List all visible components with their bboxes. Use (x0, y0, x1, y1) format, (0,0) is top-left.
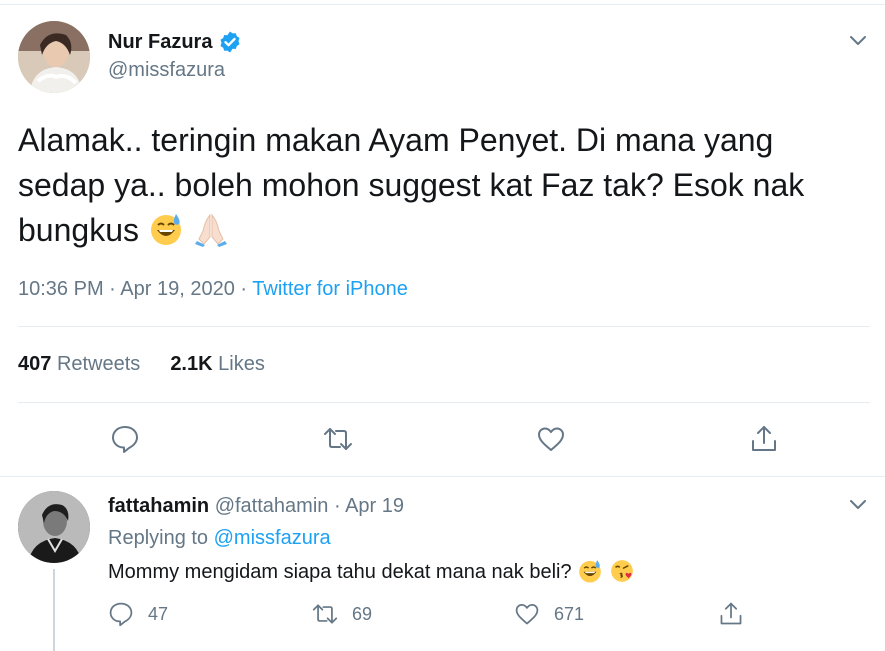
divider (18, 402, 870, 403)
author-name[interactable]: Nur Fazura (108, 31, 212, 54)
tweet-text-line: Alamak.. teringin makan Ayam Penyet. Di … (18, 122, 774, 158)
retweets-count: 407 (18, 353, 52, 375)
reply-text-content: Mommy mengidam siapa tahu dekat mana nak… (108, 561, 572, 583)
tweet-text-line-with-emoji: bungkus (18, 208, 868, 253)
retweet-icon (312, 604, 338, 624)
reply-text: Mommy mengidam siapa tahu dekat mana nak… (108, 558, 635, 584)
like-icon (515, 604, 539, 625)
tweet-date[interactable]: Apr 19, 2020 (120, 278, 235, 300)
reply-header: fattahamin @fattahamin · Apr 19 (108, 495, 404, 518)
tweet-detail-view: Nur Fazura @missfazura Alamak.. teringin… (0, 0, 885, 651)
retweet-icon[interactable] (323, 424, 353, 454)
meta-separator: · (109, 278, 116, 300)
chevron-down-icon[interactable] (846, 28, 870, 52)
replying-to-mention[interactable]: @missfazura (214, 527, 331, 549)
meta-separator: · (333, 495, 341, 517)
avatar-photo-icon (18, 21, 90, 93)
reply-date[interactable]: Apr 19 (345, 495, 404, 517)
reply-icon[interactable] (110, 424, 140, 454)
tweet-stats: 407 Retweets 2.1K Likes (18, 353, 265, 376)
meta-separator: · (240, 278, 248, 300)
kissing-heart-emoji (610, 560, 633, 582)
reply-icon (109, 602, 133, 627)
grinning-sweat-emoji (150, 214, 181, 245)
retweets-stat[interactable]: 407 Retweets (18, 353, 140, 376)
retweets-label: Retweets (56, 353, 141, 375)
reply-author-name[interactable]: fattahamin (108, 495, 209, 517)
reply-author-avatar[interactable] (18, 491, 90, 563)
tweet-text: Alamak.. teringin makan Ayam Penyet. Di … (18, 118, 868, 253)
tweet-text-line: bungkus (18, 212, 139, 248)
likes-label: Likes (218, 353, 265, 375)
avatar-photo-icon (18, 491, 90, 563)
reply-retweet-action[interactable]: 69 (312, 601, 372, 627)
reply-reply-action[interactable]: 47 (108, 601, 168, 627)
top-divider (0, 4, 885, 5)
divider (18, 326, 870, 327)
reply-like-action[interactable]: 671 (514, 601, 584, 627)
like-icon[interactable] (536, 424, 566, 454)
retweet-count: 69 (352, 603, 373, 624)
tweet-text-line: sedap ya.. boleh mohon suggest kat Faz t… (18, 167, 805, 203)
author-name-row: Nur Fazura (108, 30, 242, 54)
replying-prefix: Replying to (108, 527, 209, 549)
author-handle[interactable]: @missfazura (108, 59, 225, 82)
likes-count: 2.1K (170, 353, 213, 375)
reply-share-action[interactable] (718, 601, 744, 627)
section-divider (0, 476, 885, 477)
thread-line (53, 569, 55, 651)
tweet-meta: 10:36 PM · Apr 19, 2020 · Twitter for iP… (18, 278, 408, 301)
chevron-down-icon[interactable] (846, 492, 870, 516)
grinning-sweat-emoji (579, 560, 601, 583)
share-icon[interactable] (749, 424, 779, 454)
folded-hands-emoji (194, 213, 227, 247)
verified-badge-icon (220, 31, 240, 53)
reply-count: 47 (148, 603, 169, 624)
like-count: 671 (554, 603, 585, 624)
tweet-time[interactable]: 10:36 PM (18, 278, 104, 300)
replying-to: Replying to @missfazura (108, 527, 331, 550)
share-icon (720, 602, 742, 625)
tweet-source-link[interactable]: Twitter for iPhone (252, 278, 408, 300)
author-avatar[interactable] (18, 21, 90, 93)
reply-author-handle[interactable]: @fattahamin (215, 495, 329, 517)
likes-stat[interactable]: 2.1K Likes (170, 353, 265, 376)
